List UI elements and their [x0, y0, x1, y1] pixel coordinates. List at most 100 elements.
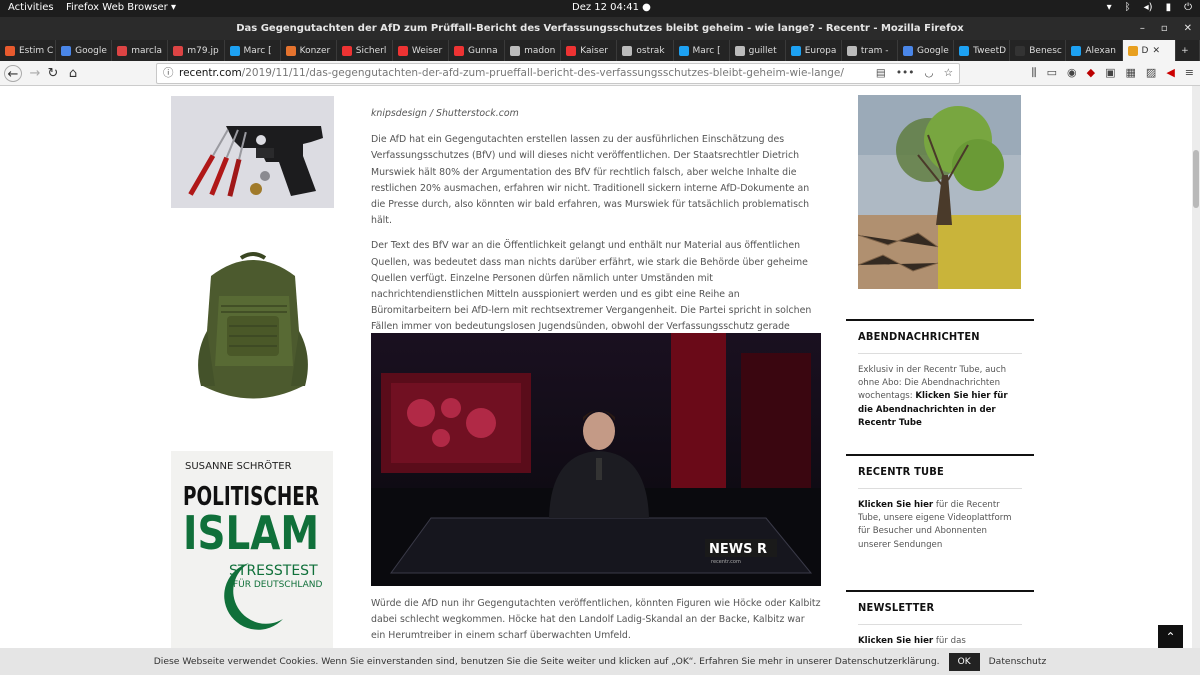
forward-icon[interactable]: → [26, 65, 44, 82]
account-icon[interactable]: ◉ [1067, 66, 1077, 80]
paragraph-3: Würde die AfD nun ihr Gegengutachten ver… [371, 598, 821, 642]
tab-label: guillet [748, 45, 777, 56]
tab-favicon-icon [285, 45, 296, 56]
extension-icon[interactable]: ▨ [1146, 66, 1156, 80]
recentr-tube-link[interactable]: Klicken Sie hier [858, 500, 933, 510]
browser-tab[interactable]: Konzer [281, 40, 337, 61]
tab-label: Estim C [19, 45, 54, 56]
clock[interactable]: Dez 12 04:41 ● [572, 2, 651, 13]
book-title-line2: ISLAM [183, 506, 319, 560]
browser-tab[interactable]: TweetD [954, 40, 1011, 61]
book-subtitle-2: FÜR DEUTSCHLAND [233, 579, 322, 590]
tab-label: madon [524, 45, 556, 56]
tab-favicon-icon [1071, 45, 1082, 56]
browser-tab[interactable]: Weiser [393, 40, 449, 61]
bookmark-star-icon[interactable]: ☆ [944, 64, 953, 83]
ad-image-tools[interactable] [171, 96, 334, 208]
ad-image-backpack[interactable] [171, 236, 334, 426]
system-tray[interactable]: ▾ ᛒ ◂) ▮ ⏻ [1107, 2, 1192, 13]
browser-tab[interactable]: Google [898, 40, 955, 61]
close-tab-icon[interactable]: ✕ [1152, 46, 1160, 56]
url-bar[interactable]: ⓘ recentr.com/2019/11/11/das-gegengutach… [156, 63, 960, 84]
tab-label: Sicherl [355, 45, 387, 56]
minimize-icon[interactable]: – [1140, 17, 1145, 40]
maximize-icon[interactable]: ▫ [1161, 17, 1168, 40]
page-scrollbar[interactable] [1192, 86, 1200, 648]
tab-label: Marc [ [692, 45, 721, 56]
tab-label: TweetD [973, 45, 1007, 56]
browser-tab[interactable]: madon [505, 40, 562, 61]
browser-tab[interactable]: Europa [786, 40, 842, 61]
widget-title: RECENTR TUBE [858, 465, 1022, 489]
tab-favicon-icon [5, 45, 15, 56]
reload-icon[interactable]: ↻ [44, 65, 62, 82]
sidebar-image-tree[interactable] [858, 95, 1021, 289]
newsletter-link[interactable]: Klicken Sie hier [858, 636, 933, 646]
tab-favicon-icon [454, 45, 464, 56]
browser-tab[interactable]: Benesc [1010, 40, 1067, 61]
extension-icon[interactable]: ◀ [1166, 66, 1174, 80]
app-menu[interactable]: Firefox Web Browser ▾ [66, 2, 176, 13]
tab-favicon-icon [61, 45, 72, 56]
tab-favicon-icon [734, 45, 745, 56]
info-icon[interactable]: ⓘ [163, 64, 174, 83]
tab-favicon-icon [566, 45, 577, 56]
activities-button[interactable]: Activities [8, 2, 54, 13]
extension-icon[interactable]: ▣ [1105, 66, 1115, 80]
pocket-icon[interactable]: ◡ [924, 64, 933, 83]
browser-tab[interactable]: tram - [842, 40, 898, 61]
reader-view-icon[interactable]: ▤ [876, 64, 886, 83]
browser-tab[interactable]: ostrak [617, 40, 674, 61]
cookie-ok-button[interactable]: OK [948, 652, 980, 671]
image-caption: knipsdesign / Shutterstock.com [371, 108, 519, 119]
tab-favicon-icon [1015, 45, 1026, 56]
browser-tab[interactable]: Sicherl [337, 40, 393, 61]
news-logo: NEWS R [709, 542, 767, 557]
browser-tab[interactable]: Marc [ [674, 40, 730, 61]
tab-label: Google [917, 45, 949, 56]
tab-label: m79.jp [187, 45, 219, 56]
browser-tab[interactable]: D ✕ [1122, 40, 1177, 61]
browser-tab[interactable]: Alexan [1066, 40, 1123, 61]
tab-favicon-icon [678, 45, 689, 56]
browser-tab[interactable]: guillet [730, 40, 786, 61]
scroll-to-top-button[interactable]: ⌃ [1158, 625, 1183, 650]
tab-label: ostrak [636, 45, 665, 56]
book-subtitle-1: STRESSTEST [229, 563, 318, 579]
tab-label: tram - [860, 45, 889, 56]
widget-newsletter: NEWSLETTER Klicken Sie hier für das Anme… [846, 590, 1034, 648]
cookie-banner: Diese Webseite verwendet Cookies. Wenn S… [0, 648, 1200, 675]
home-icon[interactable]: ⌂ [64, 65, 82, 82]
paragraph-1: Die AfD hat ein Gegengutachten erstellen… [371, 134, 810, 227]
browser-tab[interactable]: Google [56, 40, 113, 61]
tab-label: Konzer [299, 45, 331, 56]
window-title-bar: Das Gegengutachten der AfD zum Prüffall-… [0, 17, 1200, 40]
extension-icon[interactable]: ▦ [1126, 66, 1136, 80]
scrollbar-thumb[interactable] [1193, 150, 1199, 208]
sidebar-icon[interactable]: ▭ [1047, 66, 1057, 80]
browser-tab[interactable]: Estim C [0, 40, 57, 61]
library-icon[interactable]: ⫼ [1032, 66, 1037, 80]
browser-tab[interactable]: Marc [ [225, 40, 281, 61]
article-body: knipsdesign / Shutterstock.com Die AfD h… [371, 106, 821, 361]
back-icon[interactable]: ← [4, 65, 22, 82]
power-icon: ⏻ [1184, 2, 1192, 13]
tab-favicon-icon [790, 45, 801, 56]
news-video[interactable]: NEWS R recentr.com [371, 333, 821, 586]
menu-icon[interactable]: ≡ [1185, 66, 1194, 80]
tab-label: Kaiser [580, 45, 608, 56]
browser-tab[interactable]: m79.jp [168, 40, 225, 61]
tab-favicon-icon [229, 45, 240, 56]
ublock-icon[interactable]: ◆ [1087, 66, 1095, 80]
new-tab-button[interactable]: + [1176, 40, 1200, 61]
browser-tab[interactable]: Gunna [449, 40, 506, 61]
volume-icon: ◂) [1143, 2, 1153, 13]
privacy-link[interactable]: Datenschutz [989, 656, 1047, 667]
tab-label: D [1141, 45, 1149, 56]
browser-tab[interactable]: Kaiser [561, 40, 618, 61]
page-actions-icon[interactable]: ••• [896, 64, 915, 83]
tab-favicon-icon [846, 45, 857, 56]
close-window-icon[interactable]: ✕ [1184, 17, 1192, 40]
browser-tab[interactable]: marcla [112, 40, 169, 61]
ad-book-cover[interactable]: SUSANNE SCHRÖTER POLITISCHER ISLAM STRES… [171, 451, 333, 648]
